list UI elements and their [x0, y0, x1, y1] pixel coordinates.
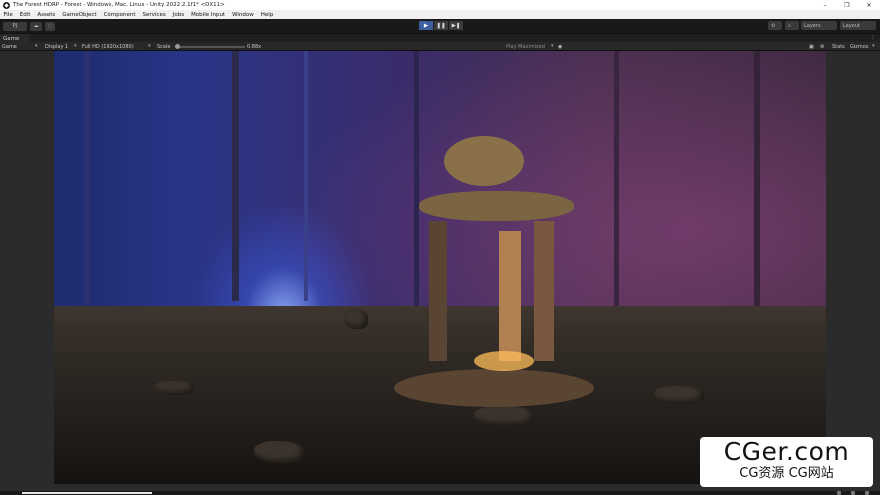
status-icon[interactable] — [851, 491, 855, 495]
chevron-down-icon: ▾ — [551, 43, 554, 49]
scale-value: 0.88x — [247, 43, 262, 50]
tree — [304, 51, 308, 301]
menu-services[interactable]: Services — [139, 12, 169, 18]
layers-label: Layers — [804, 22, 821, 29]
menu-window[interactable]: Window — [229, 12, 258, 18]
game-tab-label: Game — [3, 35, 20, 42]
status-progress — [22, 492, 152, 494]
pause-button[interactable]: ❚❚ — [434, 21, 448, 30]
status-bar — [0, 491, 880, 495]
mute-audio-icon[interactable]: ▣ — [809, 44, 814, 50]
chevron-down-icon: ▾ — [74, 43, 77, 49]
shrine-glow — [474, 351, 534, 371]
collab-icon: ◌ — [47, 23, 53, 29]
scale-slider-track[interactable] — [179, 46, 245, 48]
status-icon[interactable] — [865, 491, 869, 495]
window-title: The Forest HDRP - Forest - Windows, Mac,… — [13, 2, 225, 8]
menu-help[interactable]: Help — [257, 12, 277, 18]
menu-bar: File Edit Assets GameObject Component Se… — [0, 10, 880, 19]
scale-label: Scale — [157, 43, 171, 50]
account-dropdown[interactable]: PJ — [3, 21, 27, 31]
rock — [654, 386, 704, 404]
chevron-down-icon: ▾ — [35, 43, 38, 49]
menu-gameobject[interactable]: GameObject — [59, 12, 100, 18]
layout-dropdown[interactable]: Layout — [840, 21, 876, 30]
scale-slider-handle[interactable] — [175, 44, 180, 49]
chevron-down-icon: ▾ — [872, 43, 875, 49]
stats-button[interactable]: Stats — [832, 44, 845, 50]
game-mode-dropdown[interactable]: Game — [2, 44, 17, 50]
tree — [84, 51, 90, 311]
minimize-button[interactable]: – — [814, 2, 836, 9]
shrine-roof — [419, 191, 574, 221]
close-button[interactable]: ✕ — [858, 2, 880, 9]
tree — [232, 51, 239, 301]
maximize-button[interactable]: ❐ — [836, 2, 858, 9]
resolution-dropdown[interactable]: Full HD (1920x1080) — [82, 44, 134, 50]
cloud-icon: ☁ — [33, 23, 39, 29]
play-button[interactable]: ▶ — [419, 21, 433, 30]
layout-label: Layout — [843, 22, 860, 29]
play-controls: ▶ ❚❚ ▶❚ — [419, 21, 463, 30]
menu-mobile-input[interactable]: Mobile Input — [188, 12, 229, 18]
display-dropdown[interactable]: Display 1 — [45, 44, 68, 50]
shrine-pillar — [499, 231, 521, 361]
status-icon[interactable] — [837, 491, 841, 495]
menu-jobs[interactable]: Jobs — [169, 12, 187, 18]
serpent-statue — [444, 136, 524, 186]
cloud-button[interactable]: ☁ — [30, 21, 42, 31]
search-icon: ⌕ — [788, 22, 791, 29]
audio-icon[interactable]: ◉ — [558, 44, 562, 50]
tree — [754, 51, 760, 311]
window-titlebar: The Forest HDRP - Forest - Windows, Mac,… — [0, 0, 880, 10]
collab-button[interactable]: ◌ — [45, 21, 55, 31]
tab-bar: Game ⋮ — [0, 33, 880, 43]
watermark: CGer.com CG资源 CG网站 — [700, 437, 873, 487]
menu-assets[interactable]: Assets — [34, 12, 59, 18]
rock — [254, 441, 304, 463]
watermark-subtitle: CG资源 CG网站 — [739, 466, 834, 481]
tab-options-icon[interactable]: ⋮ — [870, 34, 876, 41]
watermark-title: CGer.com — [723, 437, 850, 466]
rock — [474, 406, 534, 426]
menu-component[interactable]: Component — [100, 12, 139, 18]
settings-icon[interactable]: ⚙ — [820, 44, 824, 50]
menu-file[interactable]: File — [0, 12, 16, 18]
unity-logo-icon — [3, 1, 10, 9]
account-label: PJ — [12, 23, 18, 29]
game-render[interactable] — [54, 51, 826, 484]
history-icon: ⟲ — [771, 22, 776, 29]
shrine-pillar — [534, 221, 554, 361]
menu-edit[interactable]: Edit — [16, 12, 34, 18]
rock — [344, 309, 368, 329]
shrine-base — [394, 369, 594, 407]
history-button[interactable]: ⟲ — [768, 21, 782, 30]
play-maximized-dropdown[interactable]: Play Maximized — [506, 44, 545, 50]
gizmos-dropdown[interactable]: Gizmos — [850, 44, 868, 50]
tree — [614, 51, 619, 311]
rock — [154, 381, 194, 395]
game-view-controls: Game ▾ Display 1 ▾ Full HD (1920x1080) ▾… — [0, 42, 880, 51]
search-button[interactable]: ⌕ — [785, 21, 799, 30]
chevron-down-icon: ▾ — [148, 43, 151, 49]
tree — [414, 51, 419, 311]
shrine-pillar — [429, 221, 447, 361]
step-button[interactable]: ▶❚ — [449, 21, 463, 30]
layers-dropdown[interactable]: Layers — [801, 21, 837, 30]
